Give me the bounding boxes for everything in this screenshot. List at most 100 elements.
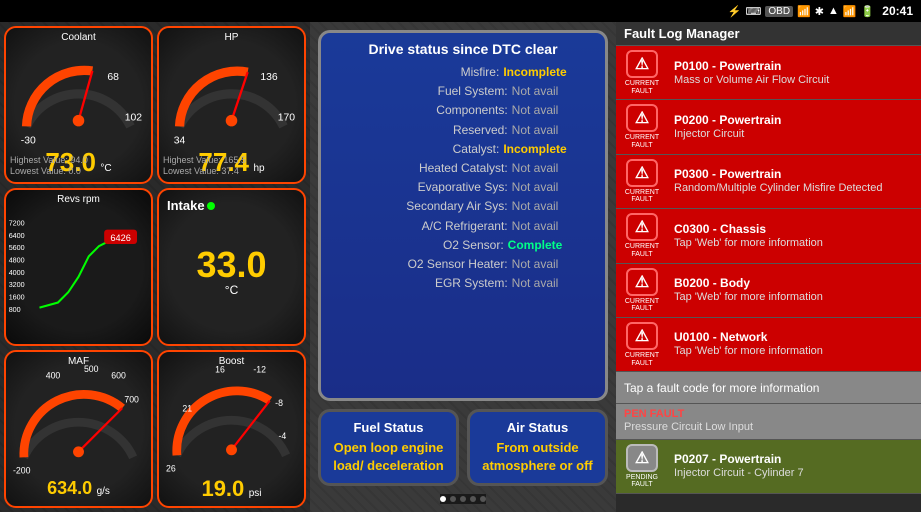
coolant-unit: °C — [100, 163, 111, 174]
svg-text:1600: 1600 — [9, 294, 25, 302]
fault-icon: ⚠ — [626, 213, 658, 241]
fault-badge: ⚠ CURRENTFAULT — [616, 100, 668, 153]
pending-icon: ⚠ — [626, 444, 658, 472]
pending-fault-code-main: P0207 - Powertrain — [674, 452, 915, 466]
dtc-row-value: Not avail — [512, 274, 559, 293]
maf-title: MAF — [6, 356, 151, 367]
dtc-row-value: Not avail — [512, 82, 559, 101]
intake-indicator — [207, 202, 215, 210]
svg-text:4000: 4000 — [9, 269, 25, 277]
signal2-icon: 📶 — [843, 5, 857, 18]
svg-text:800: 800 — [9, 306, 21, 314]
fault-icon: ⚠ — [626, 104, 658, 132]
fault-code: P0200 - Powertrain — [674, 113, 915, 127]
battery-icon: 🔋 — [861, 5, 875, 18]
dtc-row: O2 Sensor Heater:Not avail — [337, 255, 589, 274]
dtc-row-label: Components: — [368, 101, 508, 120]
dot-3 — [460, 496, 466, 502]
dtc-row-value: Not avail — [512, 178, 559, 197]
status-bar: ⚡ ⌨ OBD 📶 ✱ ▲ 📶 🔋 20:41 — [0, 0, 921, 22]
dtc-row-value: Not avail — [512, 101, 559, 120]
fault-code: P0300 - Powertrain — [674, 167, 915, 181]
boost-gauge[interactable]: Boost 26 21 16 -12 -8 -4 19.0 psi — [157, 350, 306, 508]
fault-info: P0300 - Powertrain Random/Multiple Cylin… — [668, 163, 921, 199]
dtc-row-value: Not avail — [512, 255, 559, 274]
main-content: Coolant -30 68 102 73.0 °C Highest Value… — [0, 22, 921, 512]
fault-list: ⚠ CURRENTFAULT P0100 - Powertrain Mass o… — [616, 46, 921, 512]
fault-badge: ⚠ CURRENTFAULT — [616, 209, 668, 262]
coolant-sub: Highest Value: 94.0 Lowest Value: 0.0 — [10, 155, 88, 178]
dtc-panel[interactable]: Drive status since DTC clear Misfire:Inc… — [318, 30, 608, 401]
dtc-row-label: EGR System: — [368, 274, 508, 293]
dtc-row-label: Misfire: — [359, 63, 499, 82]
coolant-gauge[interactable]: Coolant -30 68 102 73.0 °C Highest Value… — [4, 26, 153, 184]
dtc-row: Evaporative Sys:Not avail — [337, 178, 589, 197]
pending-fault-info: P0207 - Powertrain Injector Circuit - Cy… — [668, 448, 921, 484]
middle-panel: Drive status since DTC clear Misfire:Inc… — [310, 22, 616, 512]
intake-gauge[interactable]: Intake 33.0 °C — [157, 188, 306, 346]
fault-item[interactable]: ⚠ CURRENTFAULT B0200 - Body Tap 'Web' fo… — [616, 264, 921, 318]
svg-text:5600: 5600 — [9, 245, 25, 253]
maf-gauge[interactable]: MAF -200 400 500 600 700 634.0 g/s — [4, 350, 153, 508]
air-status-value: From outside atmosphere or off — [478, 439, 597, 475]
fuel-status-box[interactable]: Fuel Status Open loop engine load/ decel… — [318, 409, 459, 486]
pending-badge: ⚠ PENDINGFAULT — [616, 440, 668, 493]
svg-text:3200: 3200 — [9, 282, 25, 290]
hp-gauge[interactable]: HP 34 136 170 77.4 hp Highest Value: 165… — [157, 26, 306, 184]
dtc-row-label: O2 Sensor: — [364, 236, 504, 255]
dtc-row-value: Not avail — [512, 159, 559, 178]
fault-desc: Injector Circuit — [674, 127, 915, 141]
dtc-row-value: Incomplete — [503, 63, 566, 82]
rev-title: Revs rpm — [6, 194, 151, 205]
dtc-row-label: O2 Sensor Heater: — [368, 255, 508, 274]
svg-text:26: 26 — [166, 464, 176, 474]
pending-fault-item[interactable]: ⚠ PENDINGFAULT P0207 - Powertrain Inject… — [616, 440, 921, 494]
warning-icon: ⚡ — [728, 5, 742, 18]
fault-info: U0100 - Network Tap 'Web' for more infor… — [668, 326, 921, 362]
svg-text:700: 700 — [124, 395, 139, 405]
page-dots — [440, 494, 486, 504]
fault-item[interactable]: ⚠ CURRENTFAULT C0300 - Chassis Tap 'Web'… — [616, 209, 921, 263]
pending-fault-desc: Pressure Circuit Low Input — [624, 420, 913, 434]
boost-unit: psi — [249, 488, 262, 499]
dtc-row: Misfire:Incomplete — [337, 63, 589, 82]
svg-text:21: 21 — [182, 404, 192, 414]
fault-code: U0100 - Network — [674, 330, 915, 344]
tap-info-row: Tap a fault code for more information — [616, 372, 921, 404]
pending-fault-desc-main: Injector Circuit - Cylinder 7 — [674, 466, 915, 480]
fault-badge-label: CURRENTFAULT — [625, 243, 659, 258]
fault-desc: Tap 'Web' for more information — [674, 290, 915, 304]
fault-badge: ⚠ CURRENTFAULT — [616, 155, 668, 208]
svg-text:34: 34 — [174, 135, 186, 146]
dot-1 — [440, 496, 446, 502]
fault-item[interactable]: ⚠ CURRENTFAULT P0200 - Powertrain Inject… — [616, 100, 921, 154]
fault-code: C0300 - Chassis — [674, 222, 915, 236]
air-status-box[interactable]: Air Status From outside atmosphere or of… — [467, 409, 608, 486]
intake-label: Intake — [167, 198, 205, 213]
dtc-row-label: Catalyst: — [359, 140, 499, 159]
wifi-icon: ▲ — [828, 5, 839, 17]
status-icons: ⚡ ⌨ OBD 📶 ✱ ▲ 📶 🔋 20:41 — [728, 4, 913, 18]
fault-badge: ⚠ CURRENTFAULT — [616, 264, 668, 317]
fault-code: B0200 - Body — [674, 276, 915, 290]
fault-info: P0200 - Powertrain Injector Circuit — [668, 109, 921, 145]
fault-icon: ⚠ — [626, 268, 658, 296]
intake-unit: °C — [225, 283, 238, 297]
dot-2 — [450, 496, 456, 502]
fault-item[interactable]: ⚠ CURRENTFAULT P0100 - Powertrain Mass o… — [616, 46, 921, 100]
dtc-row-value: Complete — [508, 236, 563, 255]
fault-desc: Random/Multiple Cylinder Misfire Detecte… — [674, 181, 915, 195]
fault-item[interactable]: ⚠ CURRENTFAULT P0300 - Powertrain Random… — [616, 155, 921, 209]
fault-desc: Tap 'Web' for more information — [674, 344, 915, 358]
dtc-row: O2 Sensor:Complete — [337, 236, 589, 255]
fault-item[interactable]: ⚠ CURRENTFAULT U0100 - Network Tap 'Web'… — [616, 318, 921, 372]
dtc-row-value: Not avail — [512, 217, 559, 236]
dtc-title: Drive status since DTC clear — [337, 41, 589, 57]
fault-info: C0300 - Chassis Tap 'Web' for more infor… — [668, 218, 921, 254]
coolant-title: Coolant — [6, 32, 151, 43]
pending-fault-code: PEN FAULT — [624, 408, 913, 420]
pending-code-row: PEN FAULT Pressure Circuit Low Input — [616, 404, 921, 439]
rev-gauge[interactable]: Revs rpm 7200 6400 5600 4800 4000 3200 1… — [4, 188, 153, 346]
dot-4 — [470, 496, 476, 502]
fault-badge: ⚠ CURRENTFAULT — [616, 46, 668, 99]
